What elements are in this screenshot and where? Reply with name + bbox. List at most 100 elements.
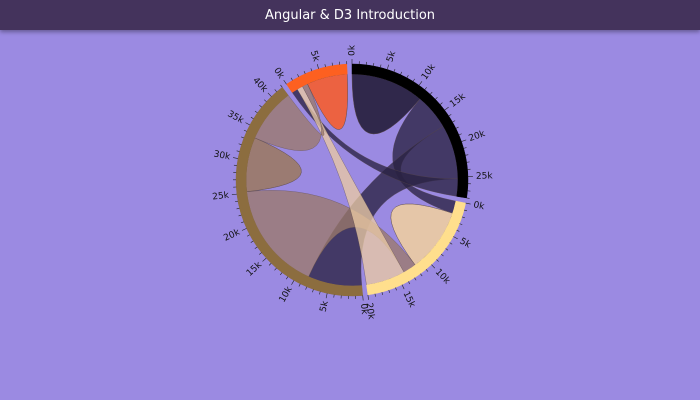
tick-mark	[406, 75, 409, 78]
ribbons	[245, 73, 459, 287]
tick-mark	[310, 68, 313, 72]
tick-mark	[445, 248, 449, 251]
tick-mark	[290, 77, 293, 81]
tick-mark	[268, 263, 272, 266]
tick-label: 20k	[467, 129, 487, 144]
tick-mark	[412, 78, 415, 82]
tick-mark	[465, 154, 469, 156]
tick-mark	[246, 234, 250, 237]
tick-mark	[305, 286, 308, 290]
tick-mark	[449, 242, 453, 245]
tick-mark	[250, 240, 254, 243]
tick-mark	[465, 202, 471, 205]
tick-label: 25k	[212, 191, 231, 203]
tick-mark	[241, 228, 247, 231]
tick-mark	[456, 229, 460, 232]
tick-label: 15k	[448, 91, 468, 109]
tick-mark	[455, 126, 459, 129]
tick-mark	[259, 252, 262, 255]
tick-label: 20k	[222, 227, 242, 243]
tick-mark	[429, 91, 433, 95]
tick-mark	[444, 106, 449, 111]
tick-mark	[319, 291, 321, 295]
tick-mark	[303, 70, 306, 74]
tick-label: 40k	[250, 76, 269, 95]
tick-mark	[264, 99, 267, 102]
tick-mark	[408, 281, 411, 285]
tick-label: 30k	[213, 150, 232, 163]
tick-mark	[441, 253, 444, 257]
tick-mark	[459, 223, 463, 226]
tick-mark	[414, 277, 417, 281]
tick-mark	[331, 62, 333, 66]
tick-mark	[458, 133, 462, 136]
tick-mark	[381, 292, 383, 296]
tick-mark	[436, 259, 439, 262]
tick-mark	[420, 273, 423, 277]
tick-mark	[448, 114, 452, 117]
tick-mark	[380, 64, 382, 68]
tick-mark	[298, 283, 301, 287]
tick-mark	[254, 110, 258, 114]
tick-mark	[463, 147, 467, 149]
tick-label: 5k	[308, 49, 321, 63]
tick-mark	[250, 116, 254, 120]
tick-mark	[461, 216, 465, 219]
tick-mark	[240, 136, 245, 139]
tick-mark	[367, 294, 369, 300]
tick-mark	[236, 207, 240, 210]
tick-mark	[373, 62, 375, 67]
tick-mark	[388, 289, 390, 293]
tick-mark	[400, 71, 403, 75]
tick-mark	[463, 209, 468, 212]
tick-mark	[386, 64, 389, 70]
tick-label: 15k	[400, 290, 417, 310]
chord-diagram-container: 0k 5k 10k 15k 20k 25k 0k 5k 10k 15k 20k 0k 5k 10k 15k 2…	[0, 0, 700, 400]
tick-mark	[297, 74, 300, 78]
tick-mark	[240, 221, 244, 224]
tick-mark	[283, 79, 287, 85]
tick-mark	[236, 150, 240, 152]
tick-mark	[401, 284, 405, 290]
tick-mark	[274, 267, 277, 271]
tick-mark	[418, 81, 423, 86]
app-window: 0k 5k 10k 15k 20k 25k 0k 5k 10k 15k 20k 0k 5k 10k 15k 2…	[0, 0, 700, 400]
tick-label: 10k	[433, 267, 452, 287]
tick-label: 10k	[278, 284, 295, 304]
tick-label: 15k	[245, 260, 265, 279]
tick-mark	[262, 257, 267, 262]
app-title: Angular & D3 Introduction	[264, 7, 436, 23]
tick-mark	[316, 64, 319, 69]
tick-mark	[424, 87, 427, 90]
tick-mark	[291, 280, 295, 285]
tick-label: 35k	[226, 109, 246, 126]
tick-label: 5k	[319, 299, 331, 313]
tick-mark	[453, 236, 458, 240]
tick-mark	[431, 264, 436, 269]
tick-mark	[234, 200, 239, 203]
tick-mark	[325, 293, 328, 299]
tick-mark	[274, 89, 277, 92]
tick-mark	[324, 64, 326, 68]
tick-label: 0k	[271, 66, 286, 81]
tick-mark	[279, 272, 283, 276]
tick-mark	[312, 289, 314, 293]
tick-label: 0k	[472, 200, 485, 212]
tick-mark	[425, 269, 429, 272]
tick-mark	[374, 293, 376, 297]
tick-mark	[280, 84, 283, 88]
tick-mark	[452, 120, 456, 123]
tick-mark	[393, 68, 396, 72]
tick-mark	[231, 193, 237, 196]
tick-mark	[238, 143, 242, 145]
tick-mark	[259, 104, 262, 108]
tick-label: 25k	[476, 171, 494, 182]
top-bar: Angular & D3 Introduction	[0, 0, 700, 30]
tick-mark	[435, 96, 438, 100]
tick-mark	[439, 102, 443, 105]
tick-label: 0k	[358, 303, 369, 316]
tick-mark	[461, 139, 467, 142]
tick-mark	[245, 122, 251, 126]
tick-mark	[395, 287, 397, 291]
tick-label: 10k	[420, 62, 438, 82]
